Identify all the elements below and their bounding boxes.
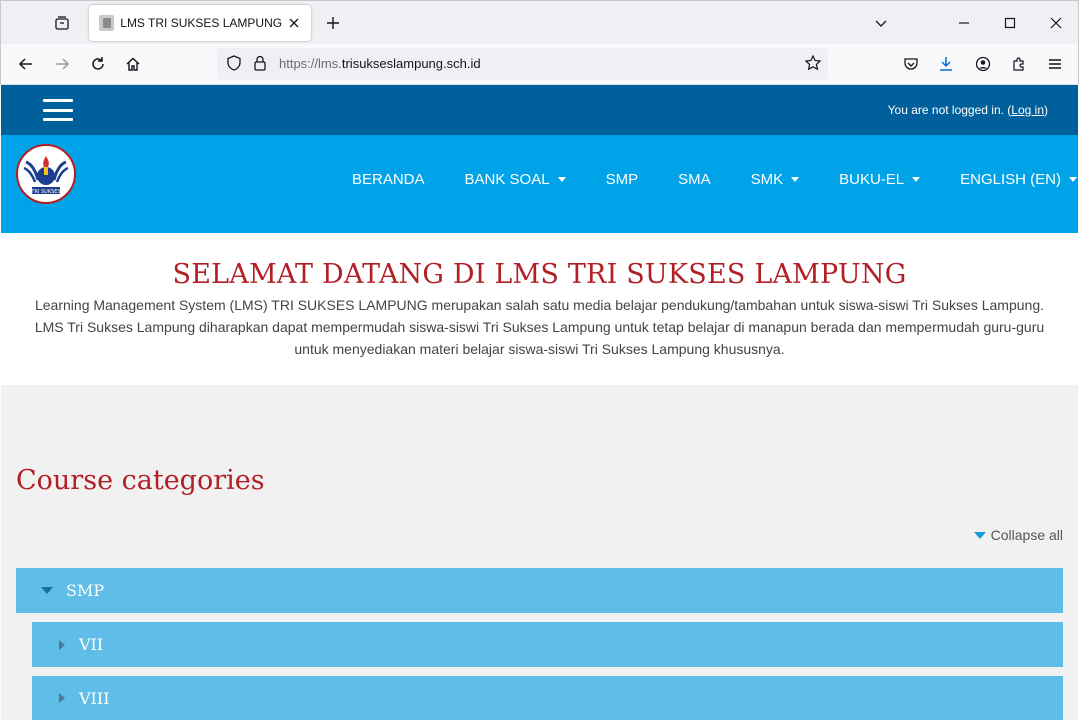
minimize-icon[interactable] [950, 9, 978, 37]
category-label: VIII [79, 688, 110, 708]
tracking-protection-icon[interactable] [225, 54, 243, 77]
nav-item-smk[interactable]: SMK [751, 171, 800, 188]
new-tab-icon[interactable] [319, 9, 347, 37]
collapsed-triangle-icon [59, 639, 65, 650]
caret-down-icon [557, 176, 566, 182]
account-icon[interactable] [969, 50, 997, 78]
forward-icon[interactable] [48, 50, 76, 78]
welcome-title: SELAMAT DATANG DI LMS TRI SUKSES LAMPUNG [172, 259, 907, 290]
nav-item-language[interactable]: ENGLISH (EN) [960, 170, 1078, 188]
reload-icon[interactable] [84, 50, 112, 78]
expanded-triangle-icon [41, 587, 53, 594]
nav-item-smp[interactable]: SMP [606, 171, 639, 188]
nav-item-label: SMP [605, 170, 639, 188]
collapse-triangle-icon [973, 531, 986, 539]
logo-text: TRI SUKSES [30, 189, 60, 195]
course-categories-heading: Course categories [16, 465, 265, 496]
browser-toolbar: https://lms.trisukseslampung.sch.id [0, 44, 1079, 85]
nav-item-buku-el[interactable]: BUKU-EL [839, 170, 921, 188]
list-all-tabs-icon[interactable] [867, 9, 895, 37]
nav-item-label: SMK [750, 170, 784, 188]
category-label: VII [79, 635, 104, 654]
caret-down-icon [1069, 176, 1078, 182]
category-vii[interactable]: VII [32, 622, 1063, 667]
nav-item-label: SMA [678, 170, 711, 188]
nav-menu: BERANDA BANK SOAL SMP SMA SMK BUKU-EL EN… [352, 169, 1079, 189]
pocket-icon[interactable] [897, 50, 925, 78]
caret-down-icon [912, 176, 921, 182]
caret-down-icon [791, 176, 800, 182]
lock-icon[interactable] [251, 54, 269, 77]
drawer-menu-icon[interactable] [43, 99, 73, 121]
login-link[interactable]: Log in [1011, 103, 1044, 117]
nav-item-label: ENGLISH (EN) [960, 170, 1062, 188]
browser-tab-bar: LMS TRI SUKSES LAMPUNG [0, 0, 1079, 44]
browser-tab[interactable]: LMS TRI SUKSES LAMPUNG [89, 5, 311, 41]
nav-item-label: BERANDA [352, 170, 425, 188]
maximize-icon[interactable] [996, 9, 1024, 37]
school-logo[interactable]: TRI SUKSES [16, 144, 76, 204]
address-bar[interactable]: https://lms.trisukseslampung.sch.id [217, 48, 828, 80]
url-prefix: https://lms. [279, 56, 342, 71]
nav-item-sma[interactable]: SMA [678, 171, 711, 188]
welcome-text: Learning Management System (LMS) TRI SUK… [34, 297, 1045, 357]
url-domain: trisukseslampung.sch.id [341, 56, 481, 71]
login-status-text: You are not logged in. ( [887, 103, 1012, 117]
category-smp[interactable]: SMP [16, 568, 1063, 613]
nav-item-beranda[interactable]: BERANDA [352, 171, 425, 188]
home-icon[interactable] [119, 50, 147, 78]
nav-item-label: BANK SOAL [464, 170, 550, 188]
tab-title: LMS TRI SUKSES LAMPUNG [120, 16, 283, 30]
tab-list-icon[interactable] [47, 9, 77, 37]
category-label: SMP [66, 581, 105, 600]
extensions-icon[interactable] [1005, 50, 1033, 78]
welcome-section: SELAMAT DATANG DI LMS TRI SUKSES LAMPUNG… [1, 233, 1078, 385]
back-icon[interactable] [12, 50, 40, 78]
nav-item-label: BUKU-EL [839, 170, 905, 188]
close-tab-icon[interactable] [282, 11, 305, 35]
bookmark-star-icon[interactable] [804, 54, 822, 77]
category-viii[interactable]: VIII [32, 676, 1063, 720]
site-favicon-icon [99, 15, 115, 31]
site-top-bar: You are not logged in. (Log in) [1, 85, 1078, 135]
collapse-all-label: Collapse all [990, 527, 1063, 543]
login-info: You are not logged in. (Log in) [888, 103, 1048, 117]
nav-item-bank-soal[interactable]: BANK SOAL [465, 171, 566, 188]
downloads-icon[interactable] [932, 50, 960, 78]
main-navigation: TRI SUKSES BERANDA BANK SOAL SMP SMA SMK… [1, 135, 1078, 233]
url-text[interactable]: https://lms.trisukseslampung.sch.id [279, 56, 481, 71]
login-suffix: ) [1044, 103, 1048, 117]
course-categories-section: Course categories Collapse all SMP VII V… [1, 385, 1078, 720]
app-menu-icon[interactable] [1041, 50, 1069, 78]
close-window-icon[interactable] [1042, 9, 1070, 37]
collapse-all-button[interactable]: Collapse all [973, 527, 1063, 543]
collapsed-triangle-icon [59, 693, 65, 703]
